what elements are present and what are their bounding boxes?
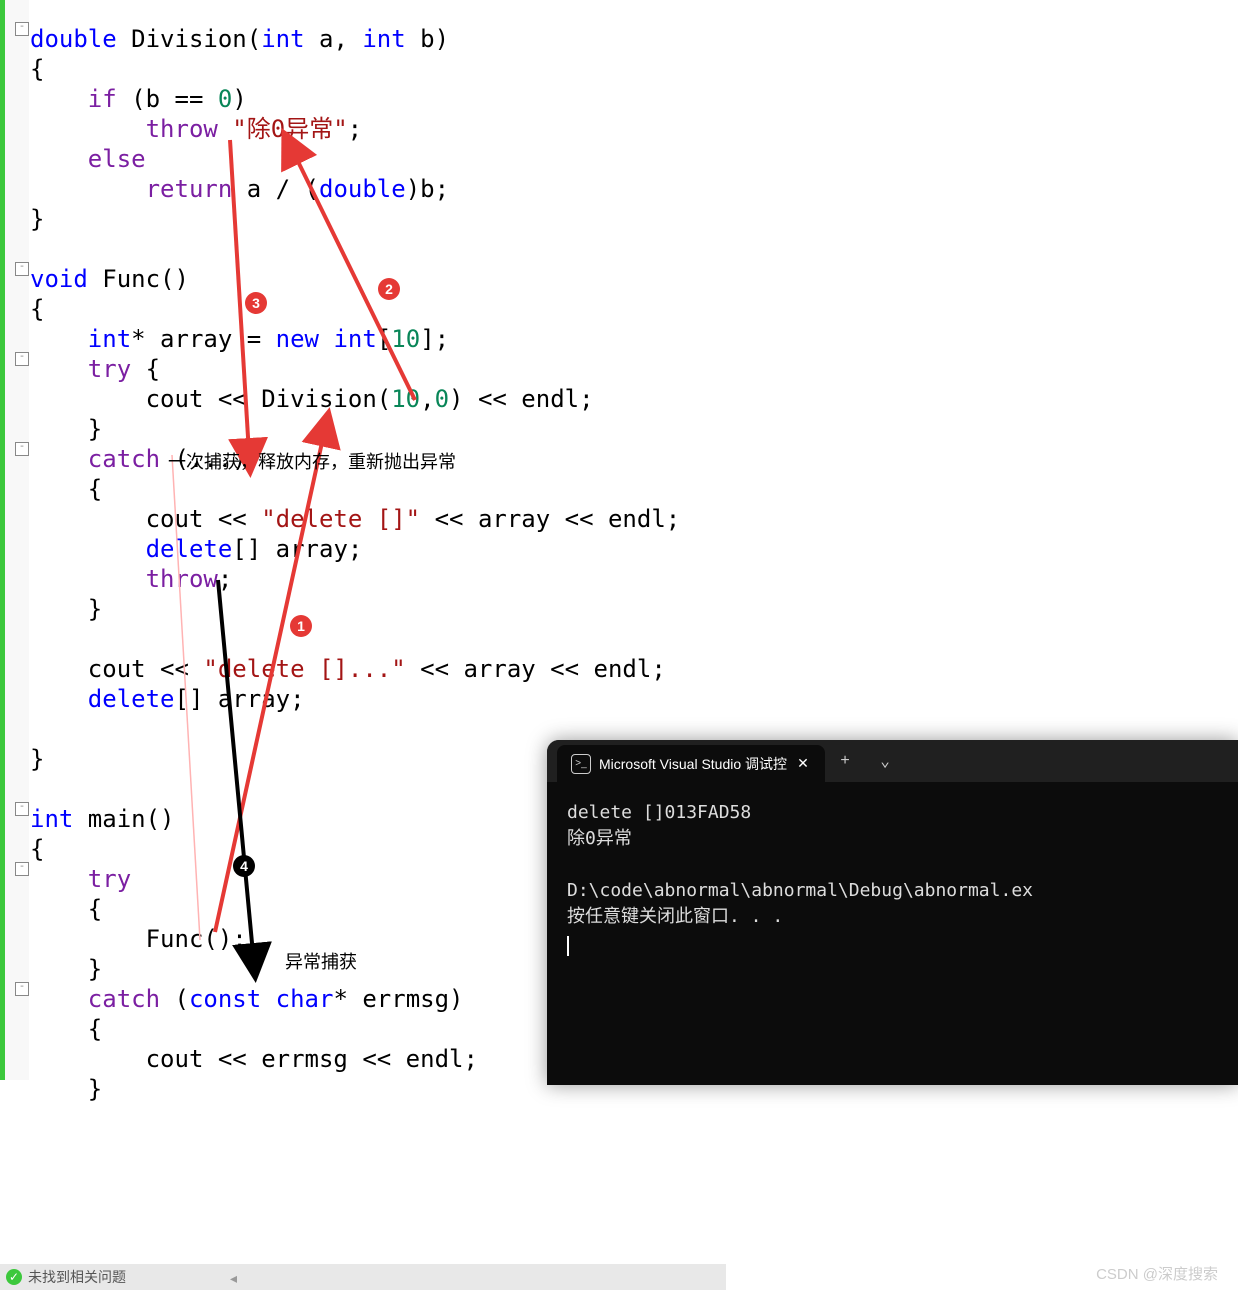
console-cursor xyxy=(567,936,569,956)
new-tab-button[interactable]: + xyxy=(825,740,865,782)
fold-toggle[interactable]: - xyxy=(15,862,29,876)
console-tab-title: Microsoft Visual Studio 调试控 xyxy=(599,754,787,774)
tab-dropdown-button[interactable]: ⌄ xyxy=(865,740,905,782)
terminal-icon: >_ xyxy=(571,754,591,774)
code-gutter: - - - - - - - xyxy=(5,0,29,1080)
fold-toggle[interactable]: - xyxy=(15,262,29,276)
badge-4: 4 xyxy=(233,855,255,877)
close-icon[interactable]: ✕ xyxy=(795,755,811,772)
console-tabbar: >_ Microsoft Visual Studio 调试控 ✕ + ⌄ xyxy=(547,740,1238,782)
console-output: delete []013FAD58 除0异常 D:\code\abnormal\… xyxy=(547,782,1238,974)
fold-toggle[interactable]: - xyxy=(15,22,29,36)
scroll-left-icon[interactable]: ◂ xyxy=(230,1270,237,1287)
watermark-text: CSDN @深度搜索 xyxy=(1096,1263,1218,1284)
badge-2: 2 xyxy=(378,278,400,300)
annotation-catch: 一次捕获，释放内存，重新抛出异常 xyxy=(168,448,456,474)
console-tab[interactable]: >_ Microsoft Visual Studio 调试控 ✕ xyxy=(557,745,825,782)
annotation-main: 异常捕获 xyxy=(285,948,357,974)
status-text: 未找到相关问题 xyxy=(28,1267,126,1287)
badge-3: 3 xyxy=(245,292,267,314)
check-icon: ✓ xyxy=(6,1269,22,1285)
debug-console-window: >_ Microsoft Visual Studio 调试控 ✕ + ⌄ del… xyxy=(547,740,1238,1085)
fold-toggle[interactable]: - xyxy=(15,802,29,816)
fold-toggle[interactable]: - xyxy=(15,982,29,996)
fold-toggle[interactable]: - xyxy=(15,442,29,456)
status-bar: ✓ 未找到相关问题 ◂ xyxy=(0,1264,726,1290)
fold-toggle[interactable]: - xyxy=(15,352,29,366)
badge-1: 1 xyxy=(290,615,312,637)
